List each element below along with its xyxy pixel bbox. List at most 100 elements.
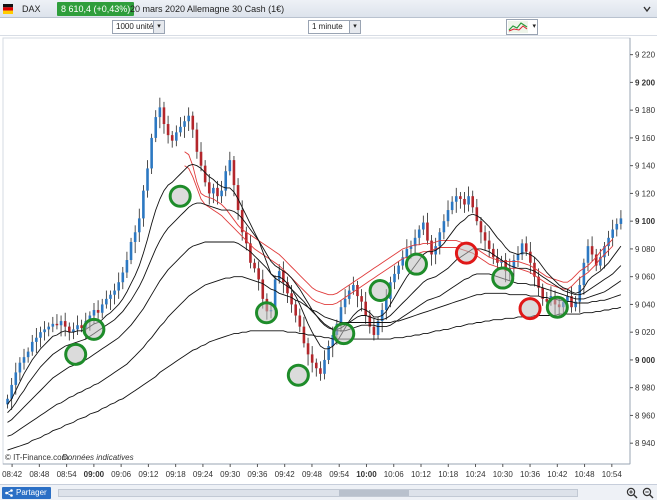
- candle-down: [319, 368, 322, 374]
- candle-down: [232, 160, 236, 186]
- green-circle-marker: [368, 279, 392, 303]
- chevron-down-icon[interactable]: [643, 5, 651, 13]
- candle-up: [105, 298, 108, 305]
- x-tick-label: 09:00: [84, 470, 105, 479]
- candle-down: [360, 296, 363, 302]
- candle-up: [454, 196, 458, 202]
- y-tick-label: 9 020: [635, 328, 656, 337]
- chevron-down-icon[interactable]: ▾: [153, 21, 164, 33]
- x-tick-label: 10:24: [466, 470, 487, 479]
- candle-down: [463, 198, 466, 205]
- control-bar: 1000 unités ▾ 1 minute ▾ ▾: [0, 18, 657, 36]
- candle-down: [216, 187, 219, 197]
- candle-up: [343, 298, 347, 308]
- x-tick-label: 10:30: [493, 470, 514, 479]
- candle-up: [615, 223, 619, 230]
- candle-down: [372, 326, 376, 335]
- candle-up: [39, 332, 42, 338]
- candle-down: [306, 343, 310, 355]
- candle-up: [467, 196, 470, 205]
- y-tick-label: 9 100: [635, 217, 656, 226]
- candle-up: [117, 282, 120, 291]
- candle-down: [356, 284, 359, 297]
- candle-up: [422, 222, 425, 230]
- dax-flag-icon: [3, 4, 13, 14]
- green-circle-marker: [286, 363, 310, 387]
- candle-down: [195, 129, 199, 152]
- candle-up: [47, 326, 51, 330]
- candle-down: [492, 248, 495, 258]
- chart-type-icon: [508, 21, 528, 33]
- candle-up: [137, 218, 141, 233]
- bottom-bar: Partager: [0, 484, 657, 500]
- x-tick-label: 09:30: [220, 470, 241, 479]
- candle-up: [35, 337, 38, 342]
- candle-up: [323, 359, 326, 374]
- scrollbar-thumb[interactable]: [339, 490, 409, 496]
- candle-down: [426, 222, 429, 241]
- x-tick-label: 10:12: [411, 470, 432, 479]
- x-tick-label: 08:48: [29, 470, 50, 479]
- candle-up: [438, 232, 442, 247]
- x-tick-label: 09:18: [166, 470, 187, 479]
- candle-down: [298, 315, 302, 327]
- candle-up: [516, 254, 520, 261]
- share-label: Partager: [16, 488, 47, 497]
- zoom-out-icon[interactable]: [642, 487, 654, 499]
- candle-down: [314, 362, 318, 369]
- candle-down: [483, 232, 487, 241]
- candle-up: [142, 190, 145, 219]
- candle-up: [393, 273, 396, 283]
- timeframe-select[interactable]: 1 minute ▾: [308, 20, 361, 34]
- chevron-down-icon: ▾: [532, 23, 536, 30]
- candle-down: [290, 293, 293, 305]
- candle-down: [55, 323, 59, 326]
- candle-down: [261, 279, 265, 299]
- candle-down: [207, 182, 211, 194]
- green-circle-marker: [82, 317, 106, 341]
- x-tick-label: 09:42: [275, 470, 296, 479]
- candle-up: [442, 221, 446, 233]
- candle-down: [166, 124, 170, 136]
- zoom-in-icon[interactable]: [626, 487, 638, 499]
- candle-down: [253, 262, 256, 269]
- price-change-badge: 8 610,4 (+0,43%): [57, 2, 135, 16]
- candle-up: [446, 210, 450, 222]
- candle-up: [376, 321, 380, 335]
- candle-up: [100, 304, 104, 313]
- candle-up: [59, 321, 63, 326]
- candle-up: [109, 294, 112, 299]
- candle-down: [67, 326, 71, 333]
- horizontal-scrollbar[interactable]: [58, 489, 578, 497]
- chart-type-select[interactable]: ▾: [506, 19, 538, 35]
- quantity-value: 1000 unités: [116, 22, 158, 31]
- candle-down: [590, 246, 594, 255]
- share-icon: [5, 489, 13, 497]
- x-tick-label: 09:54: [329, 470, 350, 479]
- candle-down: [471, 196, 475, 208]
- candle-up: [405, 248, 409, 258]
- price-chart[interactable]: 8 940 8 960 8 980 9 000 9 020 9 040 9 060 9 080…: [0, 36, 657, 484]
- y-tick-label: 9 160: [635, 134, 656, 143]
- candle-up: [586, 246, 590, 263]
- candle-down: [459, 196, 462, 199]
- candle-up: [175, 132, 178, 141]
- x-tick-label: 10:48: [575, 470, 596, 479]
- candle-up: [277, 271, 281, 280]
- quantity-select[interactable]: 1000 unités ▾: [112, 20, 165, 34]
- candle-down: [96, 309, 100, 313]
- timeframe-value: 1 minute: [312, 22, 343, 31]
- x-tick-label: 10:42: [547, 470, 568, 479]
- green-circle-marker: [404, 252, 428, 276]
- chevron-down-icon[interactable]: ▾: [349, 21, 360, 33]
- candle-up: [397, 265, 400, 274]
- candle-down: [191, 115, 195, 130]
- candle-up: [187, 115, 190, 122]
- x-tick-label: 10:36: [520, 470, 541, 479]
- y-tick-label: 9 040: [635, 300, 656, 309]
- x-tick-label: 10:00: [356, 470, 377, 479]
- y-tick-label: 9 200: [635, 78, 656, 87]
- share-button[interactable]: Partager: [2, 487, 51, 499]
- candle-up: [228, 160, 232, 172]
- instrument-name: 20 mars 2020 Allemagne 30 Cash (1€): [130, 4, 285, 14]
